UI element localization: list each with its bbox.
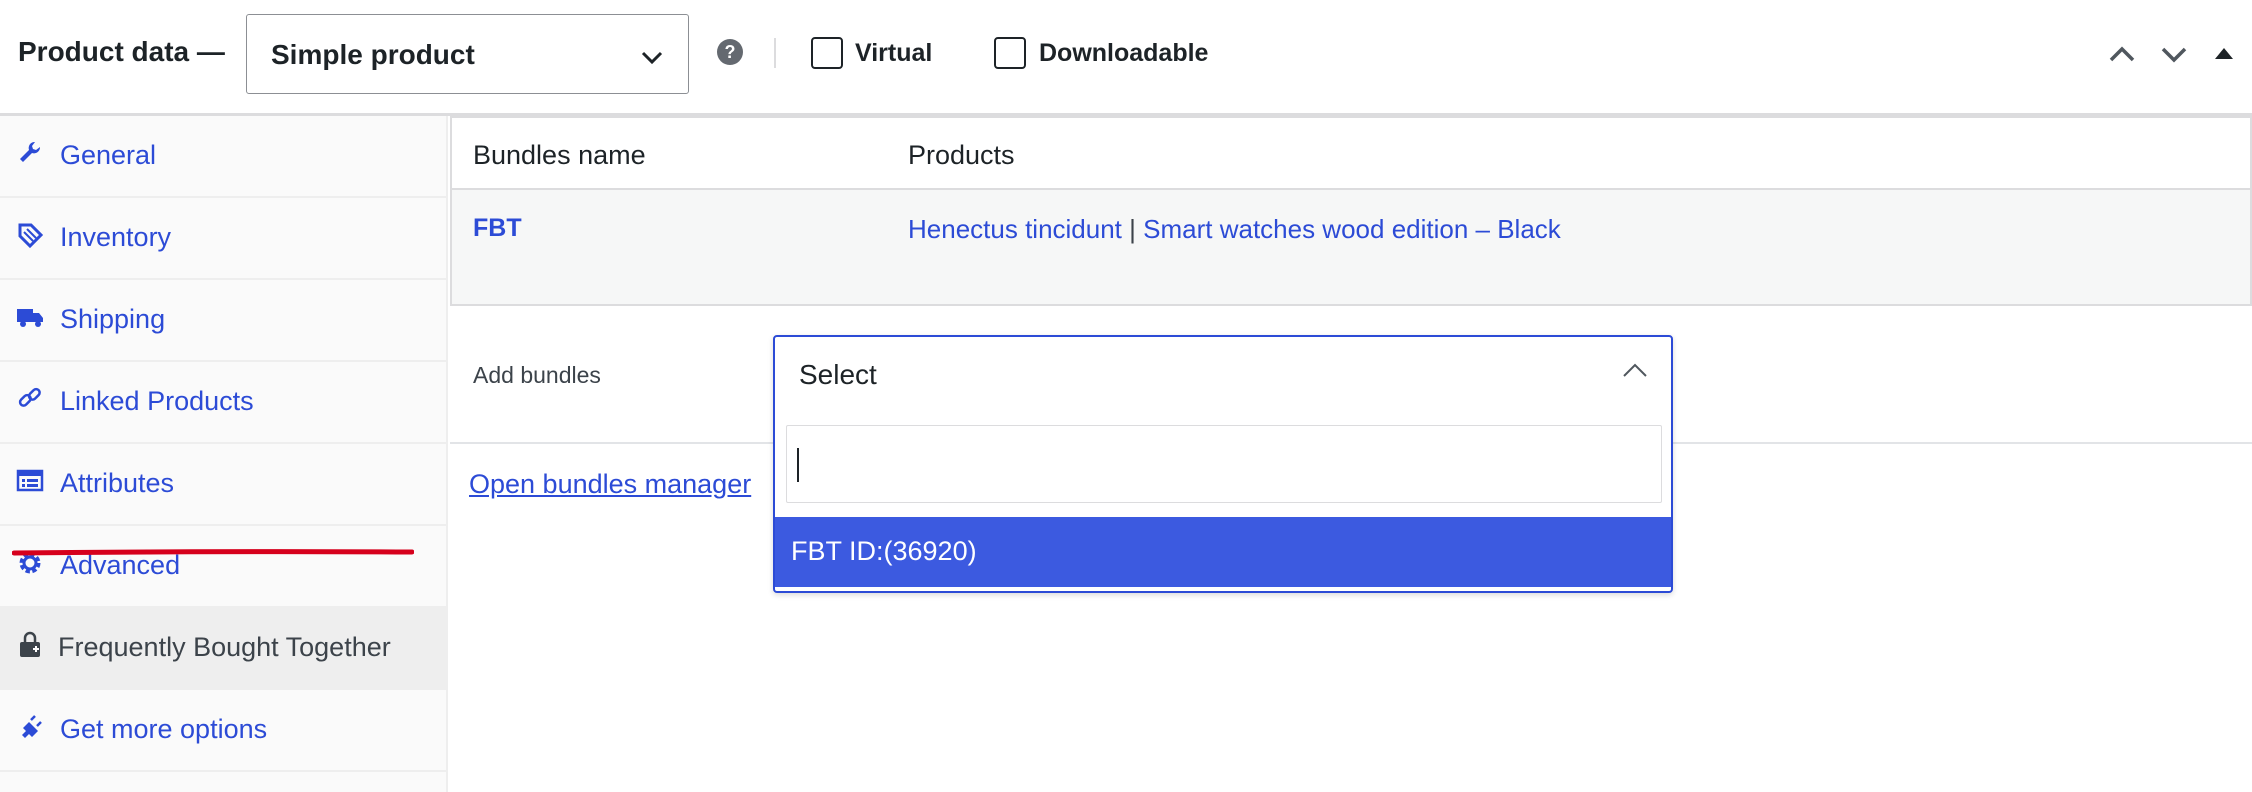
text-cursor bbox=[797, 448, 799, 482]
sidebar-item-attributes[interactable]: Attributes bbox=[0, 444, 446, 526]
move-up-icon[interactable] bbox=[2106, 38, 2138, 70]
link-icon bbox=[18, 387, 41, 407]
sidebar-item-label: Get more options bbox=[60, 714, 268, 744]
column-header-bundles-name: Bundles name bbox=[473, 140, 646, 170]
column-header-products: Products bbox=[908, 140, 1015, 170]
sidebar-item-inventory[interactable]: Inventory bbox=[0, 198, 446, 280]
plugin-icon bbox=[22, 715, 42, 738]
sidebar-item-general[interactable]: General bbox=[0, 116, 446, 198]
bundle-name-link[interactable]: FBT bbox=[473, 214, 522, 243]
move-down-icon[interactable] bbox=[2158, 38, 2190, 70]
help-icon[interactable]: ? bbox=[717, 39, 743, 65]
bundles-table: Bundles name Products FBT Henectus tinci… bbox=[450, 116, 2252, 306]
downloadable-checkbox[interactable] bbox=[994, 37, 1026, 69]
bundles-table-header: Bundles name Products bbox=[452, 118, 2250, 190]
product-data-tabs: General Inventory Shipping Linked Produc… bbox=[0, 116, 448, 792]
sidebar-item-advanced[interactable]: Advanced bbox=[0, 526, 446, 608]
product-type-select[interactable]: Simple product bbox=[246, 14, 689, 94]
product-link[interactable]: Henectus tincidunt bbox=[908, 214, 1122, 244]
open-bundles-manager-link[interactable]: Open bundles manager bbox=[469, 469, 751, 500]
chevron-down-icon bbox=[641, 51, 663, 65]
add-bundles-select[interactable]: Select FBT ID:(36920) bbox=[773, 335, 1673, 593]
bag-icon bbox=[20, 631, 40, 657]
product-data-header: Product data — Simple product ? Virtual … bbox=[0, 0, 2252, 116]
select-value: Select bbox=[799, 359, 877, 390]
product-type-value: Simple product bbox=[271, 39, 475, 70]
bundle-products-cell: Henectus tincidunt | Smart watches wood … bbox=[908, 214, 1561, 245]
truck-icon bbox=[17, 309, 43, 327]
chevron-up-icon bbox=[1623, 363, 1647, 377]
sidebar-item-label: General bbox=[60, 140, 157, 170]
sidebar-item-linked-products[interactable]: Linked Products bbox=[0, 362, 446, 444]
collapse-toggle-icon[interactable] bbox=[2210, 38, 2238, 70]
virtual-label[interactable]: Virtual bbox=[855, 39, 932, 68]
product-separator: | bbox=[1129, 214, 1136, 244]
product-link[interactable]: Smart watches wood edition – Black bbox=[1143, 214, 1561, 244]
sidebar-item-get-more-options[interactable]: Get more options bbox=[0, 690, 446, 772]
sidebar-item-label: Frequently Bought Together bbox=[58, 632, 391, 662]
bundle-search-input[interactable] bbox=[786, 425, 1662, 503]
sidebar-item-label: Linked Products bbox=[60, 386, 254, 416]
add-bundles-label: Add bundles bbox=[473, 362, 601, 388]
virtual-checkbox[interactable] bbox=[811, 37, 843, 69]
sidebar-item-frequently-bought-together[interactable]: Frequently Bought Together bbox=[0, 608, 446, 690]
sidebar-item-label: Inventory bbox=[60, 222, 172, 252]
annotation-underline bbox=[12, 549, 414, 556]
dropdown-option[interactable]: FBT ID:(36920) bbox=[775, 517, 1671, 587]
wrench-icon bbox=[20, 141, 41, 162]
sidebar-item-label: Attributes bbox=[60, 468, 175, 498]
sidebar-item-shipping[interactable]: Shipping bbox=[0, 280, 446, 362]
sidebar-item-label: Shipping bbox=[60, 304, 166, 334]
product-data-title: Product data — bbox=[18, 36, 225, 67]
downloadable-label[interactable]: Downloadable bbox=[1039, 39, 1208, 68]
list-icon bbox=[16, 469, 44, 492]
tag-icon bbox=[18, 223, 44, 249]
header-divider bbox=[774, 38, 776, 68]
dropdown-option-label: FBT ID:(36920) bbox=[791, 536, 977, 566]
